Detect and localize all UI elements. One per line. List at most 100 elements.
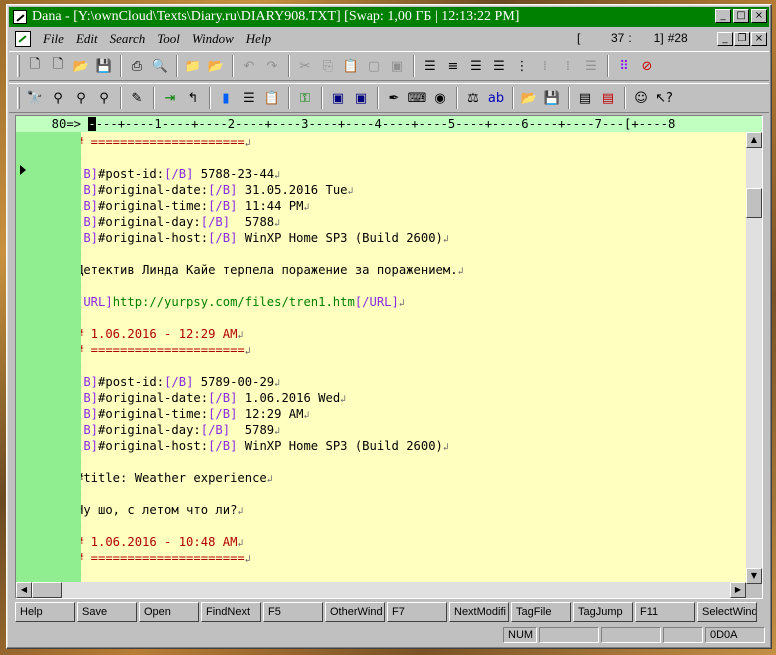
text-line[interactable]: 49:↲: [81, 486, 82, 502]
folder-open-icon[interactable]: 📂: [205, 55, 227, 77]
text-line[interactable]: 38:↲: [81, 310, 82, 326]
text-line[interactable]: 47:↲: [81, 454, 82, 470]
menu-file[interactable]: File: [37, 31, 70, 47]
stop-icon[interactable]: ⊘: [636, 55, 658, 77]
find-in-files-icon[interactable]: ⚲: [93, 87, 115, 109]
horizontal-scrollbar[interactable]: ◀ ▶: [16, 582, 746, 598]
minimize-button[interactable]: _: [715, 9, 731, 23]
document-icon[interactable]: [15, 31, 31, 47]
text-line[interactable]: 31:[B]#original-time:[/B] 11:44 PM↲: [81, 198, 310, 214]
text-line[interactable]: 40:# =====================↲: [81, 342, 251, 358]
redo-icon[interactable]: ↷: [261, 55, 283, 77]
menu-tool[interactable]: Tool: [151, 31, 186, 47]
replace-icon[interactable]: ⚲: [70, 87, 92, 109]
help-pointer-icon[interactable]: ↖?: [653, 87, 675, 109]
open-folder-icon[interactable]: 📂: [70, 55, 92, 77]
pen-icon[interactable]: ✒: [383, 87, 405, 109]
text-line[interactable]: 44:[B]#original-time:[/B] 12:29 AM↲: [81, 406, 310, 422]
toolbar-grip-2[interactable]: [17, 87, 20, 109]
undo-icon[interactable]: ↶: [238, 55, 260, 77]
highlight-icon[interactable]: ✎: [126, 87, 148, 109]
text-line[interactable]: 43:[B]#original-date:[/B] 1.06.2016 Wed↲: [81, 390, 346, 406]
text-line[interactable]: 52:# 1.06.2016 - 10:48 AM↲: [81, 534, 243, 550]
text-line[interactable]: 32:[B]#original-day:[/B] 5788↲: [81, 214, 280, 230]
paste-icon[interactable]: 📋: [340, 55, 362, 77]
maximize-button[interactable]: □: [733, 9, 749, 23]
text-line[interactable]: 33:[B]#original-host:[/B] WinXP Home SP3…: [81, 230, 449, 246]
format-icon[interactable]: ☰: [419, 55, 441, 77]
find-icon[interactable]: 🔭: [24, 87, 46, 109]
scroll-up-icon[interactable]: ▲: [746, 132, 762, 148]
fkey-button[interactable]: Save: [77, 602, 137, 622]
fkey-button[interactable]: SelectWind: [697, 602, 757, 622]
doc-restore-button[interactable]: ❐: [734, 32, 750, 46]
text-line[interactable]: 37:[URL]http://yurpsy.com/files/tren1.ht…: [81, 294, 405, 310]
window-icon[interactable]: ▣: [327, 87, 349, 109]
find-next-icon[interactable]: ⚲: [47, 87, 69, 109]
app-icon[interactable]: [13, 10, 27, 24]
text-line[interactable]: 36:↲: [81, 278, 82, 294]
doc-close-button[interactable]: ×: [751, 32, 767, 46]
grid-icon[interactable]: ⠿: [613, 55, 635, 77]
select-icon[interactable]: ▢: [363, 55, 385, 77]
spellcheck-icon[interactable]: ab: [485, 87, 507, 109]
vertical-scroll-thumb[interactable]: [746, 188, 762, 218]
align-center-icon[interactable]: ≡: [442, 55, 464, 77]
marker-icon[interactable]: ▮: [215, 87, 237, 109]
fkey-button[interactable]: FindNext: [201, 602, 261, 622]
list-icon[interactable]: ⋮: [511, 55, 533, 77]
smiley-icon[interactable]: ☺: [630, 87, 652, 109]
indent-icon[interactable]: ⁞: [534, 55, 556, 77]
menu-window[interactable]: Window: [186, 31, 240, 47]
fkey-button[interactable]: OtherWind: [325, 602, 385, 622]
outdent-icon[interactable]: ⁞: [557, 55, 579, 77]
fkey-button[interactable]: TagJump: [573, 602, 633, 622]
scroll-right-icon[interactable]: ▶: [730, 582, 746, 598]
text-line[interactable]: 34:↲: [81, 246, 82, 262]
text-line[interactable]: 45:[B]#original-day:[/B] 5789↲: [81, 422, 280, 438]
title-bar[interactable]: Dana - [Y:\ownCloud\Texts\Diary.ru\DIARY…: [9, 7, 769, 27]
menu-search[interactable]: Search: [104, 31, 152, 47]
text-line[interactable]: 48:#title: Weather experience↲: [81, 470, 273, 486]
split-icon[interactable]: ▤: [574, 87, 596, 109]
save-project-icon[interactable]: 💾: [541, 87, 563, 109]
text-line[interactable]: 30:[B]#original-date:[/B] 31.05.2016 Tue…: [81, 182, 354, 198]
text-line[interactable]: 46:[B]#original-host:[/B] WinXP Home SP3…: [81, 438, 449, 454]
fkey-button[interactable]: F11: [635, 602, 695, 622]
wrap-icon[interactable]: ☰: [580, 55, 602, 77]
close-button[interactable]: ×: [751, 9, 767, 23]
vertical-scrollbar[interactable]: ▲ ▼: [746, 132, 762, 584]
text-line[interactable]: 29:[B]#post-id:[/B] 5788-23-44↲: [81, 166, 280, 182]
text-line[interactable]: 42:[B]#post-id:[/B] 5789-00-29↲: [81, 374, 280, 390]
text-line[interactable]: 27:# =====================↲: [81, 134, 251, 150]
keyboard-icon[interactable]: ⌨: [406, 87, 428, 109]
scroll-left-icon[interactable]: ◀: [16, 582, 32, 598]
align-right-icon[interactable]: ☰: [488, 55, 510, 77]
text-line[interactable]: 54:↲: [81, 566, 82, 582]
text-area[interactable]: 27:# =====================↲28:↲29:[B]#po…: [81, 132, 747, 584]
menu-help[interactable]: Help: [240, 31, 277, 47]
text-line[interactable]: 28:↲: [81, 150, 82, 166]
align-left-icon[interactable]: ☰: [465, 55, 487, 77]
key-icon[interactable]: ⚿: [294, 87, 316, 109]
horizontal-scroll-thumb[interactable]: [32, 582, 62, 598]
menu-edit[interactable]: Edit: [70, 31, 104, 47]
text-line[interactable]: 50:Ну шо, с летом что ли?↲: [81, 502, 243, 518]
clipboard-icon[interactable]: ▣: [386, 55, 408, 77]
text-line[interactable]: 35:Детектив Линда Кайе терпела поражение…: [81, 262, 464, 278]
doc-minimize-button[interactable]: _: [717, 32, 733, 46]
cd-icon[interactable]: ◉: [429, 87, 451, 109]
text-line[interactable]: 39:# 1.06.2016 - 12:29 AM↲: [81, 326, 243, 342]
save-icon[interactable]: 💾: [93, 55, 115, 77]
open-project-icon[interactable]: 📂: [518, 87, 540, 109]
fkey-button[interactable]: F5: [263, 602, 323, 622]
text-line[interactable]: 51:↲: [81, 518, 82, 534]
clipboard-paste-icon[interactable]: 📋: [261, 87, 283, 109]
copy-icon[interactable]: ⎘: [317, 55, 339, 77]
bookmark-list-icon[interactable]: ☰: [238, 87, 260, 109]
jump-icon[interactable]: ⇥: [159, 87, 181, 109]
window-tile-icon[interactable]: ▣: [350, 87, 372, 109]
new-file-icon[interactable]: 🗋: [24, 55, 46, 77]
scroll-down-icon[interactable]: ▼: [746, 568, 762, 584]
toolbar-grip[interactable]: [17, 55, 20, 77]
